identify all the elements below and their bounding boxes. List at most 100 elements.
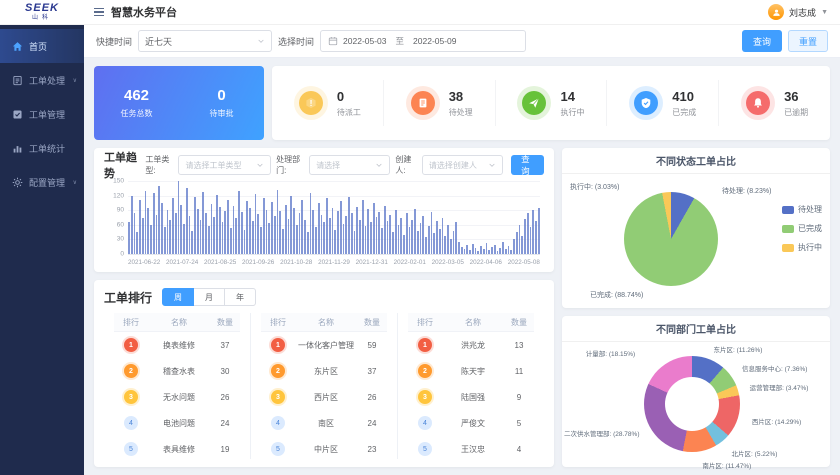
ranking-tab-月[interactable]: 月 bbox=[194, 288, 225, 306]
stat-icon-halo bbox=[406, 86, 440, 120]
bar bbox=[431, 212, 433, 254]
legend-item-待处理[interactable]: 待处理 bbox=[782, 204, 822, 215]
bar bbox=[304, 220, 306, 254]
logo-subtext: 山科 bbox=[32, 15, 52, 21]
value-cell: 5 bbox=[504, 419, 534, 428]
rank-cell: 1 bbox=[114, 338, 148, 352]
order-handling-icon bbox=[12, 75, 23, 86]
table-row: 1一体化客户管理59 bbox=[261, 332, 387, 358]
bar bbox=[290, 196, 292, 254]
bar bbox=[172, 198, 174, 254]
bar bbox=[508, 246, 510, 254]
order-statistics-icon bbox=[12, 143, 23, 154]
department-select[interactable]: 请选择 bbox=[309, 155, 390, 175]
bar bbox=[439, 229, 441, 254]
table-row: 3西片区26 bbox=[261, 384, 387, 410]
bar bbox=[307, 232, 309, 254]
sidebar-item-order-statistics[interactable]: 工单统计 bbox=[0, 131, 84, 165]
bar bbox=[219, 207, 221, 254]
bar bbox=[246, 201, 248, 254]
ranking-tab-周[interactable]: 周 bbox=[162, 288, 194, 306]
bar bbox=[222, 222, 224, 254]
bar bbox=[373, 203, 375, 254]
task-total-card: 462任务总数0待审批 bbox=[94, 66, 264, 140]
bar bbox=[389, 215, 391, 254]
bar bbox=[255, 194, 257, 254]
creator-label: 创建人: bbox=[395, 154, 417, 176]
table-row: 1洪兆龙13 bbox=[408, 332, 534, 358]
search-button[interactable]: 查询 bbox=[742, 30, 782, 52]
bar bbox=[191, 231, 193, 254]
bar bbox=[263, 198, 265, 254]
y-axis-tick: 0 bbox=[104, 251, 124, 258]
bar bbox=[285, 205, 287, 254]
chevron-down-icon: ▼ bbox=[821, 9, 828, 16]
bar bbox=[153, 193, 155, 254]
legend-swatch bbox=[782, 206, 794, 214]
bar bbox=[189, 216, 191, 254]
bar bbox=[477, 251, 479, 254]
bar bbox=[208, 226, 210, 254]
summary-row: 462任务总数0待审批 !0待派工38待处理14执行中410已完成36已逾期 bbox=[94, 66, 830, 140]
sidebar-item-home[interactable]: 首页 bbox=[0, 29, 84, 63]
user-menu[interactable]: 刘志成 ▼ bbox=[768, 4, 828, 20]
bar bbox=[527, 213, 529, 254]
bar bbox=[461, 247, 463, 254]
bar bbox=[378, 212, 380, 254]
app-root: SEEK 山科 智慧水务平台 刘志成 ▼ 首页工单处理∨工单管理工单统计配置管理… bbox=[0, 0, 840, 475]
sidebar-item-order-handling[interactable]: 工单处理∨ bbox=[0, 63, 84, 97]
bar bbox=[139, 200, 141, 254]
bar bbox=[466, 245, 468, 254]
order-type-ranking: 排行名称数量1换表维修372稽查水表303无水问题264电池问题245表具维修1… bbox=[104, 313, 251, 459]
table-header: 排行名称数量 bbox=[114, 313, 240, 332]
bar bbox=[167, 210, 169, 254]
collapse-menu-icon[interactable] bbox=[94, 8, 104, 17]
name-cell: 表具维修 bbox=[148, 444, 210, 455]
creator-select[interactable]: 请选择创建人 bbox=[422, 155, 503, 175]
stat-in-progress: 14执行中 bbox=[495, 80, 607, 126]
reset-button[interactable]: 重置 bbox=[788, 30, 828, 52]
work-order-ranking-card: 工单排行 周月年 排行名称数量1换表维修372稽查水表303无水问题264电池问… bbox=[94, 280, 554, 467]
rank-cell: 1 bbox=[408, 338, 442, 352]
bar bbox=[345, 216, 347, 254]
date-range-picker[interactable]: 2022-05-03 至 2022-05-09 bbox=[320, 30, 526, 52]
rank-cell: 3 bbox=[408, 390, 442, 404]
bar bbox=[142, 218, 144, 255]
order-type-select[interactable]: 请选择工单类型 bbox=[178, 155, 271, 175]
bar bbox=[224, 211, 226, 254]
rank-cell: 2 bbox=[261, 364, 295, 378]
bar bbox=[480, 246, 482, 254]
bar bbox=[266, 210, 268, 254]
sidebar-item-config-management[interactable]: 配置管理∨ bbox=[0, 165, 84, 199]
quick-time-select[interactable]: 近七天 bbox=[138, 30, 272, 52]
bar bbox=[510, 250, 512, 254]
stat-value: 14 bbox=[560, 89, 584, 104]
stat-text: 36已逾期 bbox=[784, 89, 808, 118]
table-row: 4严俊文5 bbox=[408, 410, 534, 436]
bar bbox=[230, 228, 232, 254]
legend-label: 待处理 bbox=[798, 204, 822, 215]
table-row: 6刘志成4 bbox=[408, 462, 534, 467]
table-row: 5王汉忠4 bbox=[408, 436, 534, 462]
stat-label: 已完成 bbox=[672, 107, 696, 118]
bar bbox=[326, 198, 328, 254]
sidebar-item-order-management[interactable]: 工单管理 bbox=[0, 97, 84, 131]
legend-item-已完成[interactable]: 已完成 bbox=[782, 223, 822, 234]
trend-header: 工单趋势 工单类型:请选择工单类型处理部门:请选择创建人:请选择创建人 查询 bbox=[104, 154, 544, 176]
table-row: 3陆国强9 bbox=[408, 384, 534, 410]
bar bbox=[411, 220, 413, 254]
trend-search-button[interactable]: 查询 bbox=[511, 155, 544, 175]
x-axis-tick: 2021-10-28 bbox=[280, 259, 312, 266]
home-icon bbox=[12, 41, 23, 52]
x-axis-tick: 2022-03-05 bbox=[432, 259, 464, 266]
bar bbox=[532, 210, 534, 254]
bar bbox=[244, 230, 246, 254]
rank-cell: 5 bbox=[261, 442, 295, 456]
value-cell: 26 bbox=[357, 393, 387, 402]
ranking-tab-年[interactable]: 年 bbox=[225, 288, 256, 306]
status-stats-card: !0待派工38待处理14执行中410已完成36已逾期 bbox=[272, 66, 830, 140]
stat-value: 36 bbox=[784, 89, 808, 104]
bar bbox=[249, 208, 251, 254]
chevron-down-icon bbox=[256, 161, 264, 169]
legend-item-执行中[interactable]: 执行中 bbox=[782, 242, 822, 253]
